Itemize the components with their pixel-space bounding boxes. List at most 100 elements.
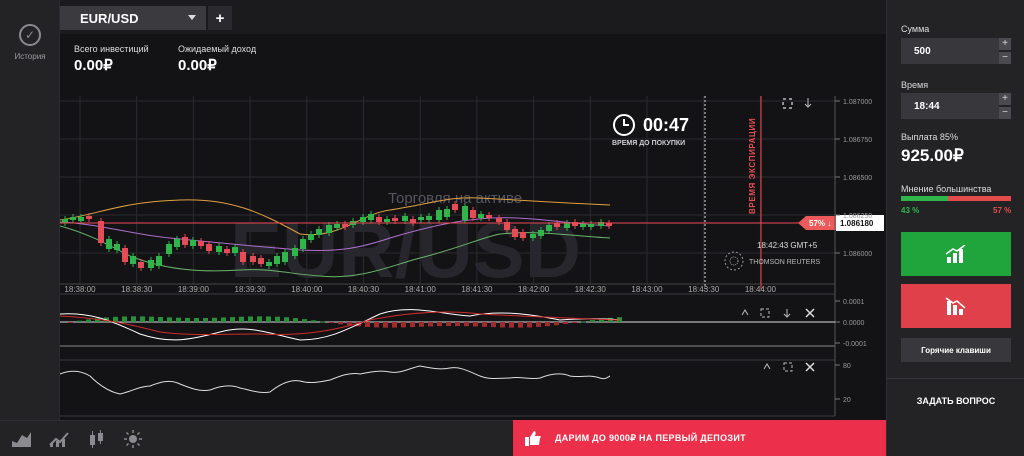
candle [486, 215, 492, 218]
candle [114, 244, 120, 250]
candle [360, 217, 366, 222]
y-tick-label: 1.086500 [843, 175, 872, 182]
time-plus-button[interactable]: + [999, 93, 1011, 105]
candle [216, 246, 222, 252]
macd-bar [113, 316, 118, 322]
majority-opinion-label: Мнение большинства [901, 184, 992, 194]
put-down-button[interactable] [901, 284, 1011, 328]
candle [554, 223, 560, 227]
candle [410, 219, 416, 223]
arrow-up-icon[interactable] [763, 363, 771, 370]
call-up-button[interactable] [901, 232, 1011, 276]
candle [478, 214, 484, 218]
macd-bar [527, 322, 532, 328]
candle [174, 239, 180, 247]
candle [106, 239, 112, 249]
opinion-up-fill [901, 196, 949, 201]
candle [402, 216, 408, 221]
price-chart[interactable]: Торговля на активе EUR/USD ВРЕМЯ ЭКСПИРА… [60, 34, 886, 420]
chart-area[interactable]: Всего инвестиций 0.00₽ Ожидаемый доход 0… [60, 34, 886, 420]
candle [580, 224, 586, 227]
amount-minus-button[interactable]: − [999, 52, 1011, 64]
candle [86, 216, 92, 219]
payout-label: Выплата 85% [901, 132, 958, 142]
gmt-time: 18:42:43 GMT+5 [757, 241, 818, 250]
amount-plus-button[interactable]: + [999, 38, 1011, 50]
brightness-icon[interactable] [122, 429, 144, 449]
candle [470, 210, 476, 218]
fullscreen-icon[interactable] [782, 98, 793, 109]
left-sidebar: ✓ История [0, 0, 60, 420]
macd-bar [374, 322, 379, 328]
timer-value: 00:47 [643, 114, 690, 135]
opinion-up-value: 43 % [901, 206, 920, 215]
candle [376, 217, 382, 222]
macd-bar [212, 317, 217, 322]
chevron-down-icon[interactable] [188, 15, 196, 20]
candle [512, 229, 518, 237]
time-field[interactable]: 18:44 [901, 93, 999, 119]
macd-tick-label: 0.0000 [843, 320, 865, 327]
arrow-down-icon[interactable] [783, 309, 791, 318]
deposit-bonus-banner[interactable]: ДАРИМ ДО 9000₽ НА ПЕРВЫЙ ДЕПОЗИТ [513, 420, 886, 456]
clock-icon [613, 114, 635, 136]
x-tick-label: 18:40:30 [348, 285, 380, 294]
x-tick-label: 18:42:30 [575, 285, 607, 294]
candle [368, 214, 374, 220]
candle [462, 206, 468, 220]
close-icon[interactable] [805, 308, 815, 318]
candle [316, 229, 322, 235]
candle [530, 234, 536, 238]
svg-text:THOMSON REUTERS: THOMSON REUTERS [749, 259, 821, 266]
hotkeys-button[interactable]: Горячие клавиши [901, 338, 1011, 362]
x-tick-label: 18:38:00 [64, 285, 96, 294]
macd-bar [68, 322, 73, 323]
macd-bar [239, 316, 244, 322]
ask-question-button[interactable]: ЗАДАТЬ ВОПРОС [887, 378, 1024, 422]
macd-bar [491, 322, 496, 328]
time-minus-button[interactable]: − [999, 107, 1011, 119]
macd-bar [284, 317, 289, 322]
amount-field[interactable]: 500 [901, 38, 999, 64]
timer-label: ВРЕМЯ ДО ПОКУПКИ [612, 140, 686, 147]
macd-bar [446, 322, 451, 327]
line-chart-icon[interactable] [48, 429, 70, 449]
asset-tab-eurusd[interactable]: EUR/USD [60, 6, 206, 30]
macd-bar [167, 317, 172, 322]
macd-bar [419, 322, 424, 327]
arrow-up-icon[interactable] [741, 309, 749, 316]
area-chart-icon[interactable] [10, 429, 32, 449]
candle [274, 256, 280, 264]
rsi-indicator: 80 20 [60, 363, 851, 404]
history-button[interactable]: ✓ История [5, 24, 55, 61]
chart-up-icon [945, 245, 966, 263]
macd-indicator: 0.0001 0.0000 -0.0001 [60, 299, 867, 348]
add-asset-button[interactable]: + [208, 6, 232, 30]
candle [452, 204, 458, 210]
candle [156, 256, 162, 266]
current-pct: 57% ↓ [809, 219, 831, 228]
x-tick-label: 18:44:00 [745, 285, 777, 294]
macd-bar [230, 317, 235, 322]
x-tick-label: 18:41:30 [461, 285, 493, 294]
y-axis: 1.087000 1.086750 1.086500 1.086250 1.086000 [834, 96, 872, 416]
arrow-down-icon[interactable] [804, 98, 812, 108]
macd-bar [482, 322, 487, 327]
macd-bar [140, 316, 145, 322]
fullscreen-icon[interactable] [760, 308, 770, 318]
macd-bar [203, 317, 208, 322]
fullscreen-icon[interactable] [783, 362, 793, 372]
candle [258, 258, 264, 264]
deposit-bonus-text: ДАРИМ ДО 9000₽ НА ПЕРВЫЙ ДЕПОЗИТ [555, 432, 746, 443]
candles-icon[interactable] [86, 429, 108, 449]
x-tick-label: 18:40:00 [291, 285, 323, 294]
rsi-line [60, 365, 611, 395]
macd-bar [275, 316, 280, 322]
candle [266, 262, 272, 266]
macd-bar [554, 322, 559, 326]
rsi-tick-label: 20 [843, 397, 851, 404]
candle [334, 224, 340, 228]
macd-bar [320, 321, 325, 323]
thumbs-up-icon [525, 431, 541, 446]
close-icon[interactable] [805, 362, 815, 372]
